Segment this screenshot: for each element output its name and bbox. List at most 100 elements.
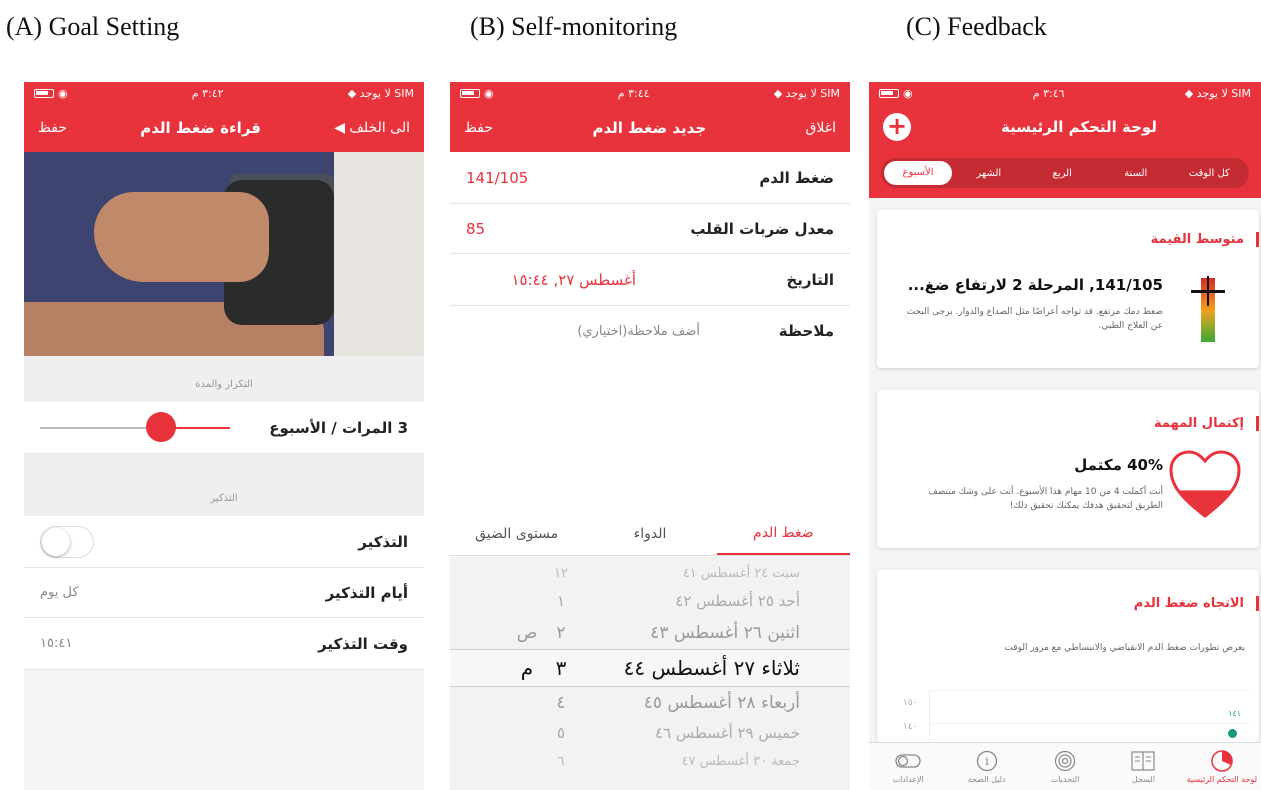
battery-icon — [34, 88, 54, 98]
status-time: ٣:٤٢ م — [191, 86, 224, 100]
reminder-days-value: كل يوم — [40, 585, 79, 600]
nav-health-guide[interactable]: i دليل الصحة — [947, 743, 1025, 790]
status-time: ٣:٤٦ م — [1032, 86, 1065, 100]
blood-pressure-label: ضغط الدم — [759, 168, 834, 187]
reminder-days-row[interactable]: كل يوم أيام التذكير — [24, 568, 424, 618]
page-title: قراءة ضغط الدم — [140, 119, 261, 137]
phone-goal-setting: ◉ ٣:٤٢ م ◆ لا يوجد SIM حفظ قراءة ضغط الد… — [24, 82, 424, 790]
svg-text:i: i — [985, 755, 989, 768]
segment-week[interactable]: الأسبوع — [884, 161, 952, 185]
book-icon — [1130, 750, 1156, 772]
task-completion-main: 40% مكتمل — [1074, 456, 1163, 474]
nav-challenges[interactable]: التحديات — [1026, 743, 1104, 790]
target-icon — [1052, 750, 1078, 772]
phone-feedback: ◉ ٣:٤٦ م ◆ لا يوجد SIM + لوحة التحكم الر… — [869, 82, 1261, 790]
picker-row[interactable]: ٤ أربعاء ٢٨ أغسطس ٤٥ — [450, 687, 850, 719]
nav-dashboard[interactable]: لوحة التحكم الرئيسية — [1183, 743, 1261, 790]
reminder-toggle[interactable] — [40, 525, 94, 558]
task-completion-desc: أنت أكملت 4 من 10 مهام هذا الأسبوع. أنت … — [928, 487, 1163, 511]
caption-goal-setting: (A) Goal Setting — [6, 12, 180, 41]
close-button[interactable]: اغلاق — [806, 120, 836, 136]
picker-row[interactable]: ١ أحد ٢٥ أغسطس ٤٢ — [450, 585, 850, 617]
reminder-label: التذكير — [358, 532, 408, 551]
status-bar: ◉ ٣:٤٢ م ◆ لا يوجد SIM — [24, 82, 424, 104]
field-note: أضف ملاحظة(اختياري) ملاحظة — [450, 306, 850, 356]
task-completion-title: إكتمال المهمة — [1154, 416, 1259, 431]
reminder-section-header: التذكير — [24, 454, 424, 516]
segment-month[interactable]: الشهر — [952, 168, 1026, 179]
back-button[interactable]: ◀ الى الخلف — [334, 120, 410, 136]
segment-quarter[interactable]: الربع — [1026, 168, 1100, 179]
field-date[interactable]: أغسطس ٢٧, ١٥:٤٤ التاريخ — [450, 254, 850, 306]
tab-stress-level[interactable]: مستوى الضيق — [450, 512, 583, 555]
heart-progress-icon — [1169, 450, 1241, 518]
page-title: جديد ضغط الدم — [592, 119, 707, 137]
lock-icon: ◉ — [903, 86, 913, 100]
info-icon: i — [974, 750, 1000, 772]
reminder-days-label: أيام التذكير — [325, 583, 408, 602]
heart-rate-label: معدل ضربات القلب — [690, 219, 834, 238]
toggle-icon — [895, 750, 921, 772]
nav-log[interactable]: السجل — [1104, 743, 1182, 790]
date-label: التاريخ — [786, 270, 834, 289]
battery-icon — [879, 88, 899, 98]
status-bar: ◉ ٣:٤٤ م ◆ لا يوجد SIM — [450, 82, 850, 104]
bp-trend-desc: يعرض تطورات ضغط الدم الانقباضي والانبساط… — [1004, 643, 1245, 653]
data-point[interactable] — [1228, 729, 1237, 738]
wifi-icon: ◆ — [347, 86, 360, 100]
heart-rate-value: 85 — [466, 219, 486, 238]
picker-row[interactable]: ٦ جمعة ٣٠ أغسطس ٤٧ — [450, 745, 850, 777]
segment-all-time[interactable]: كل الوقت — [1173, 168, 1247, 179]
wifi-icon: ◆ — [773, 86, 786, 100]
tick-label: ١٥٠ — [903, 698, 918, 708]
segment-year[interactable]: السنة — [1099, 168, 1173, 179]
caption-self-monitoring: (B) Self-monitoring — [470, 12, 678, 41]
status-time: ٣:٤٤ م — [617, 86, 650, 100]
field-blood-pressure[interactable]: 141/105 ضغط الدم — [450, 152, 850, 204]
bp-trend-card[interactable]: الاتجاه ضغط الدم يعرض تطورات ضغط الدم ال… — [877, 570, 1259, 742]
nav-bar: حفظ قراءة ضغط الدم ◀ الى الخلف — [24, 104, 424, 152]
point-label: ١٤١ — [1228, 709, 1241, 718]
save-button[interactable]: حفظ — [38, 120, 67, 136]
average-value-card[interactable]: متوسط القيمة 141/105, المرحلة 2 لارتفاع … — [877, 210, 1259, 368]
page-title: لوحة التحكم الرئيسية — [1001, 118, 1157, 136]
nav-bar: حفظ جديد ضغط الدم اغلاق — [450, 104, 850, 152]
pie-chart-icon — [1209, 749, 1235, 772]
bp-trend-title: الاتجاه ضغط الدم — [1134, 596, 1259, 611]
frequency-row: 3 المرات / الأسبوع — [24, 402, 424, 454]
reminder-toggle-row: التذكير — [24, 516, 424, 568]
picker-row-selected[interactable]: م ٣ ثلاثاء ٢٧ أغسطس ٤٤ — [450, 649, 850, 687]
period-segmented-control: الأسبوع الشهر الربع السنة كل الوقت — [881, 158, 1249, 188]
caption-feedback: (C) Feedback — [906, 12, 1047, 41]
note-label: ملاحظة — [778, 322, 834, 340]
period-segment-wrap: الأسبوع الشهر الربع السنة كل الوقت — [869, 150, 1261, 196]
tab-medication[interactable]: الدواء — [583, 512, 716, 555]
status-carrier: ◆ لا يوجد SIM — [773, 86, 840, 100]
frequency-section-header: التكرار والمدة — [24, 356, 424, 402]
lock-icon: ◉ — [484, 86, 494, 100]
date-value: أغسطس ٢٧, ١٥:٤٤ — [511, 270, 636, 289]
note-input[interactable]: أضف ملاحظة(اختياري) — [466, 324, 736, 339]
task-completion-card[interactable]: إكتمال المهمة 40% مكتمل أنت أكملت 4 من 1… — [877, 390, 1259, 548]
status-carrier: ◆ لا يوجد SIM — [347, 86, 414, 100]
nav-settings[interactable]: الإعدادات — [869, 743, 947, 790]
tab-blood-pressure[interactable]: ضغط الدم — [716, 512, 850, 555]
average-value-main: 141/105, المرحلة 2 لارتفاع ضغ... — [907, 276, 1163, 294]
header: ◉ ٣:٤٦ م ◆ لا يوجد SIM + لوحة التحكم الر… — [869, 82, 1261, 198]
add-button[interactable]: + — [883, 113, 911, 141]
average-value-desc: ضغط دمك مرتفع. قد تواجه أعراضًا مثل الصد… — [906, 307, 1163, 331]
picker-row[interactable]: ص ٢ اثنين ٢٦ أغسطس ٤٣ — [450, 617, 850, 649]
wifi-icon: ◆ — [1184, 86, 1197, 100]
field-heart-rate[interactable]: 85 معدل ضربات القلب — [450, 204, 850, 254]
slider-thumb[interactable] — [146, 411, 176, 442]
reminder-time-value: ١٥:٤١ — [40, 636, 73, 651]
tick-label: ١٤٠ — [903, 722, 918, 732]
save-button[interactable]: حفظ — [464, 120, 493, 136]
battery-icon — [460, 88, 480, 98]
reminder-time-row[interactable]: ١٥:٤١ وقت التذكير — [24, 618, 424, 670]
phone-self-monitoring: ◉ ٣:٤٤ م ◆ لا يوجد SIM حفظ جديد ضغط الدم… — [450, 82, 850, 790]
date-time-picker[interactable]: ١٢ سبت ٢٤ أغسطس ٤١ ١ أحد ٢٥ أغسطس ٤٢ ص ٢ اثن… — [450, 557, 850, 790]
frequency-slider[interactable] — [40, 411, 230, 442]
bottom-nav: الإعدادات i دليل الصحة التحديات السجل لو… — [869, 742, 1261, 790]
entry-type-tabs: مستوى الضيق الدواء ضغط الدم — [450, 512, 850, 556]
